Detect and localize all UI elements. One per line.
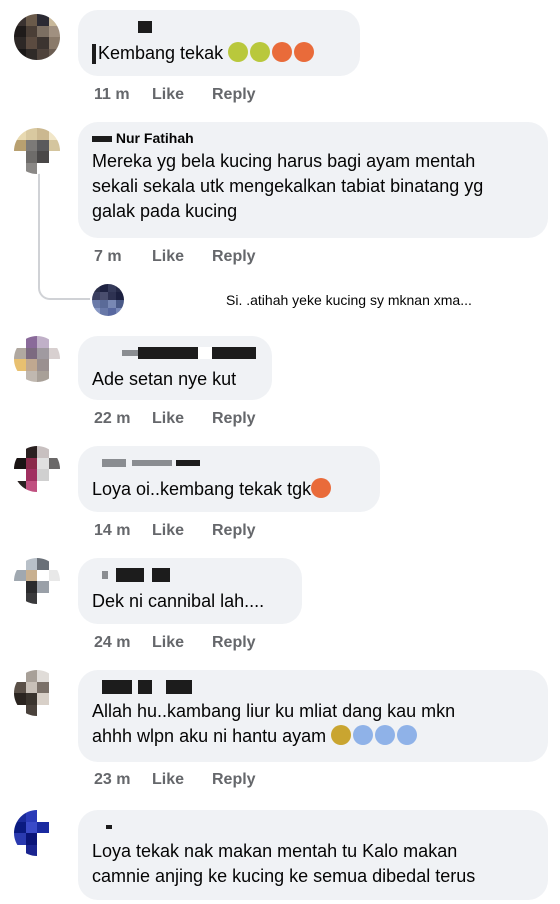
scream-emoji (375, 725, 396, 745)
avatar[interactable] (14, 14, 60, 60)
avatar[interactable] (14, 446, 60, 492)
avatar[interactable] (14, 810, 60, 856)
avatar[interactable] (14, 670, 60, 716)
comment-text: Mereka yg bela kucing harus bagi ayam me… (92, 151, 484, 221)
avatar[interactable] (14, 336, 60, 382)
reply-button[interactable]: Reply (212, 248, 256, 266)
reply-button[interactable]: Reply (212, 634, 256, 652)
commenter-name[interactable] (92, 454, 366, 471)
comment-bubble: Loya tekak nak makan mentah tu Kalo maka… (78, 810, 548, 900)
timestamp[interactable]: 23 m (94, 771, 152, 789)
nauseated-emoji (228, 42, 249, 62)
comment-text: Allah hu..kambang liur ku mliat dang kau… (92, 701, 456, 746)
reply-button[interactable]: Reply (212, 771, 256, 789)
avatar[interactable] (14, 558, 60, 604)
like-button[interactable]: Like (152, 248, 212, 266)
like-button[interactable]: Like (152, 410, 212, 428)
commenter-name[interactable] (92, 344, 258, 361)
vomit-emoji (272, 42, 293, 62)
reply-button[interactable]: Reply (212, 522, 256, 540)
comment-text: Kembang tekak (92, 41, 346, 66)
comment-bubble: Allah hu..kambang liur ku mliat dang kau… (78, 670, 548, 762)
comment-bubble: Dek ni cannibal lah.... (78, 558, 302, 624)
comment-actions: 24 m Like Reply (94, 634, 256, 652)
comment-actions: 22 m Like Reply (94, 410, 256, 428)
comment-actions: 23 m Like Reply (94, 771, 256, 789)
like-button[interactable]: Like (152, 634, 212, 652)
commenter-name[interactable] (92, 18, 346, 35)
reply-avatar[interactable] (92, 284, 124, 316)
timestamp[interactable]: 7 m (94, 248, 152, 266)
timestamp[interactable]: 11 m (94, 86, 152, 104)
comment-text: Dek ni cannibal lah.... (92, 591, 265, 611)
comment-actions: 7 m Like Reply (94, 248, 256, 266)
comment-bubble: Nur Fatihah Mereka yg bela kucing harus … (78, 122, 548, 238)
like-button[interactable]: Like (152, 86, 212, 104)
like-button[interactable]: Like (152, 771, 212, 789)
avatar[interactable] (14, 128, 60, 174)
view-reply-link[interactable]: Si. .atihah yeke kucing sy mknan xma... (226, 292, 472, 308)
reply-button[interactable]: Reply (212, 86, 256, 104)
like-button[interactable]: Like (152, 522, 212, 540)
nauseated-emoji (250, 42, 271, 62)
commenter-name[interactable] (92, 678, 534, 695)
comment-text: Ade setan nye kut (92, 369, 237, 389)
comment-text: Loya oi..kembang tekak tgk (92, 477, 366, 502)
comment-bubble: Kembang tekak (78, 10, 360, 76)
vomit-emoji (294, 42, 315, 62)
scream-emoji (397, 725, 418, 745)
vomit-emoji (311, 478, 332, 498)
commenter-name[interactable] (92, 566, 288, 583)
timestamp[interactable]: 14 m (94, 522, 152, 540)
timestamp[interactable]: 24 m (94, 634, 152, 652)
comment-actions: 14 m Like Reply (94, 522, 256, 540)
scream-emoji (353, 725, 374, 745)
commenter-name[interactable]: Nur Fatihah (92, 130, 534, 147)
comment-actions: 11 m Like Reply (94, 86, 256, 104)
timestamp[interactable]: 22 m (94, 410, 152, 428)
anguished-emoji (331, 725, 352, 745)
reply-button[interactable]: Reply (212, 410, 256, 428)
comment-text: Loya tekak nak makan mentah tu Kalo maka… (92, 841, 476, 886)
comment-bubble: Ade setan nye kut (78, 336, 272, 400)
commenter-name[interactable] (92, 818, 534, 835)
comment-bubble: Loya oi..kembang tekak tgk (78, 446, 380, 512)
